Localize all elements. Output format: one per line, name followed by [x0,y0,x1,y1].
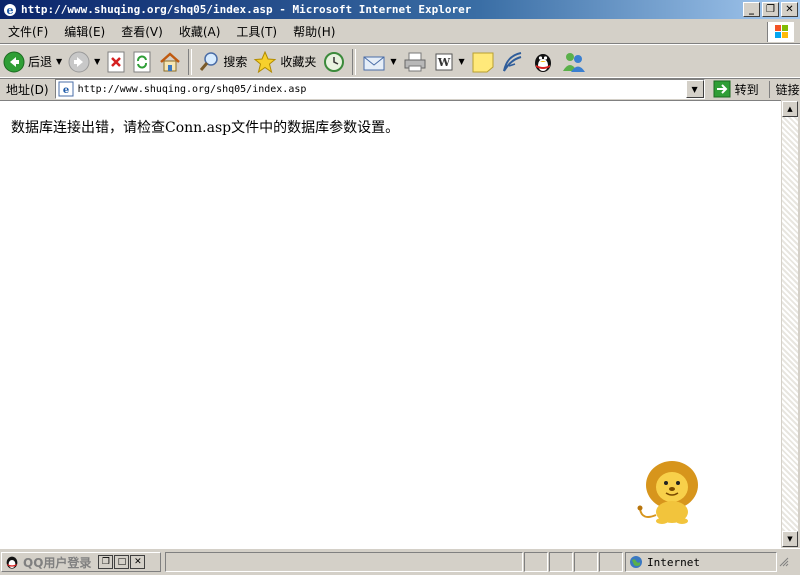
ie-icon: e [4,3,16,17]
standard-toolbar: 后退 ▼ ▼ 搜索 收藏夹 ▼ W ▼ [0,44,800,79]
home-button[interactable] [155,47,185,77]
back-label: 后退 [28,55,53,69]
menu-tools[interactable]: 工具(T) [228,23,285,40]
go-button[interactable]: 转到 [709,80,763,98]
refresh-icon [133,51,151,72]
lion-mascot-icon[interactable] [632,457,706,527]
status-pane [599,552,623,572]
search-icon [200,51,219,71]
menu-favorites[interactable]: 收藏(A) [171,23,229,40]
windows-logo-icon [767,22,794,42]
sticky-note-icon [472,52,494,72]
notes-button[interactable] [468,47,498,77]
edit-button[interactable]: W ▼ [430,47,468,77]
address-dropdown-button[interactable]: ▼ [685,80,704,98]
messenger-button[interactable] [498,47,528,77]
forward-arrow-icon [68,51,90,72]
refresh-button[interactable] [129,47,155,77]
history-button[interactable] [319,47,349,77]
chevron-down-icon[interactable]: ▼ [459,57,465,66]
printer-icon [404,52,426,71]
qq-close-button[interactable]: ✕ [130,555,146,569]
menu-file[interactable]: 文件(F) [0,23,56,40]
chevron-down-icon[interactable]: ▼ [390,57,396,66]
back-arrow-icon [3,51,25,72]
menu-help[interactable]: 帮助(H) [285,23,343,40]
restore-button[interactable]: ❐ [762,2,779,17]
address-input[interactable]: e http://www.shuqing.org/shq05/index.asp… [54,79,705,99]
close-button[interactable]: ✕ [781,2,798,17]
menu-bar: 文件(F) 编辑(E) 查看(V) 收藏(A) 工具(T) 帮助(H) [0,19,800,44]
qq-button[interactable] [528,47,558,77]
print-button[interactable] [400,47,430,77]
mail-button[interactable]: ▼ [359,47,399,77]
svg-text:e: e [62,85,68,96]
favorites-label: 收藏夹 [280,55,317,69]
status-text-pane [165,552,523,572]
history-icon [324,51,345,72]
vertical-scrollbar[interactable]: ▲ ▼ [782,101,798,547]
stop-icon [107,51,125,72]
msn-buddies-icon [562,52,585,72]
resize-grip-icon[interactable] [779,557,789,567]
status-bar: QQ用户登录 ❐ □ ✕ Internet [0,548,800,575]
svg-text:W: W [436,56,450,69]
security-zone: Internet [625,552,777,572]
title-bar: e http://www.shuqing.org/shq05/index.asp… [0,0,800,19]
status-pane [549,552,573,572]
search-button[interactable]: 搜索 [195,47,250,77]
status-pane [524,552,548,572]
window-title: http://www.shuqing.org/shq05/index.asp -… [21,3,472,16]
page-content: 数据库连接出错，请检查Conn.asp文件中的数据库参数设置。 [0,100,781,548]
address-label: 地址(D) [6,82,49,97]
svg-text:e: e [7,4,14,17]
favorites-button[interactable]: 收藏夹 [250,47,319,77]
scroll-up-button[interactable]: ▲ [782,101,798,117]
qq-penguin-icon [6,556,18,569]
qq-login-panel[interactable]: QQ用户登录 ❐ □ ✕ [1,552,161,572]
zone-label: Internet [647,555,700,569]
msn-button[interactable] [558,47,590,77]
quill-icon [502,51,521,72]
chevron-down-icon[interactable]: ▼ [94,57,100,66]
status-pane [574,552,598,572]
menu-view[interactable]: 查看(V) [113,23,171,40]
address-bar: 地址(D) e http://www.shuqing.org/shq05/ind… [0,77,800,100]
chevron-down-icon[interactable]: ▼ [56,57,62,66]
stop-button[interactable] [103,47,129,77]
qq-maximize-button[interactable]: □ [114,555,130,569]
links-button[interactable]: 链接 [768,80,800,98]
page-icon: e [58,81,74,97]
menu-edit[interactable]: 编辑(E) [56,23,113,40]
back-button[interactable]: 后退 ▼ [0,47,65,77]
mail-icon [363,56,385,70]
qq-penguin-icon [534,53,551,72]
forward-button[interactable]: ▼ [65,47,103,77]
qq-restore-button[interactable]: ❐ [98,555,114,569]
qq-login-label: QQ用户登录 [23,555,92,570]
scroll-down-button[interactable]: ▼ [782,531,798,547]
star-icon [254,50,277,73]
minimize-button[interactable]: _ [743,2,760,17]
search-label: 搜索 [223,55,248,69]
home-icon [160,51,181,71]
globe-icon [630,556,642,568]
toolbar-separator [352,48,357,75]
word-document-icon: W [435,53,453,70]
go-arrow-icon [713,80,731,98]
address-url: http://www.shuqing.org/shq05/index.asp [77,83,307,95]
go-label: 转到 [734,82,759,97]
toolbar-separator [188,48,193,75]
error-message: 数据库连接出错，请检查Conn.asp文件中的数据库参数设置。 [11,120,400,136]
